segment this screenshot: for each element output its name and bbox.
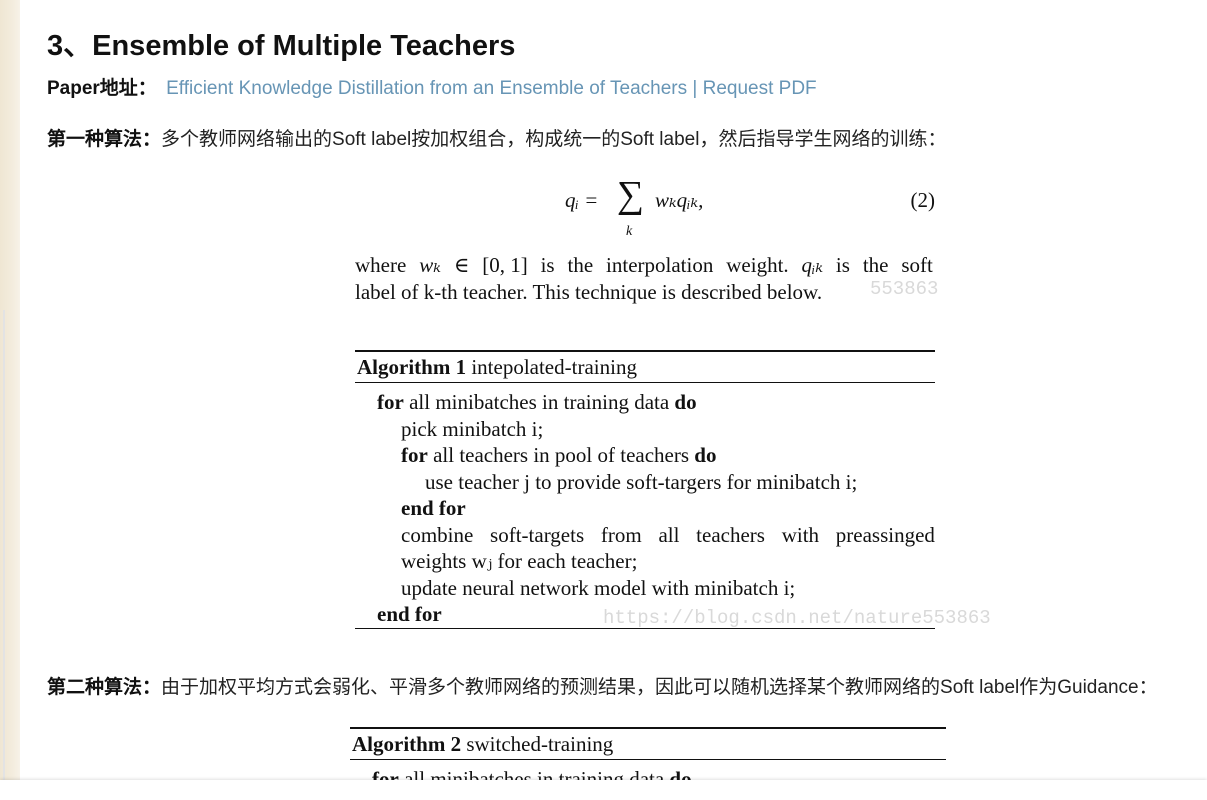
algorithm-1-title: Algorithm 1 intepolated-training [355,352,935,383]
where-word: qᵢₖ [801,253,824,277]
sum-symbol: ∑ [617,174,645,216]
watermark-text: 553863 [870,278,939,300]
paper-link[interactable]: Efficient Knowledge Distillation from an… [166,78,817,99]
where-line-2: label of k-th teacher. This technique is… [355,280,823,304]
article-content: 3、Ensemble of Multiple Teachers Paper地址：… [47,0,1207,800]
paragraph-label: 第一种算法： [47,129,162,150]
where-word: soft [901,253,933,277]
bottom-toolbar-edge [0,780,1207,800]
where-word: where [355,253,407,277]
algorithm-line: end for [401,496,466,520]
paragraph-text: 由于加权平均方式会弱化、平滑多个教师网络的预测结果，因此可以随机选择某个教师网络… [161,677,1158,698]
paragraph-algorithm-1: 第一种算法：多个教师网络输出的Soft label按加权组合，构成统一的Soft… [47,124,946,151]
where-word: wₖ [419,253,441,277]
algorithm-line: for all teachers in pool of teachers do [401,443,717,467]
algorithm-line: for all minibatches in training data do [377,390,697,414]
where-word: the [862,253,889,277]
where-word: the [567,253,594,277]
algorithm-2-title: Algorithm 2 switched-training [350,729,946,760]
paragraph-label: 第二种算法： [47,677,162,698]
where-line-1: where wₖ ∈ [0, 1] is the interpolation weight. q… [355,252,933,279]
where-word: is [835,253,850,277]
where-word: ∈ [453,253,470,277]
left-sidebar-strip [0,0,20,800]
where-word: interpolation [606,253,714,277]
paragraph-algorithm-2: 第二种算法：由于加权平均方式会弱化、平滑多个教师网络的预测结果，因此可以随机选择… [47,672,1158,699]
section-heading: 3、Ensemble of Multiple Teachers [47,30,516,62]
paper-label: Paper地址： [47,78,157,99]
where-word: weight. [726,253,789,277]
algorithm-line: weights wⱼ for each teacher; [401,549,638,573]
paragraph-text: 多个教师网络输出的Soft label按加权组合，构成统一的Soft label… [161,129,947,150]
algorithm-line: update neural network model with minibat… [401,575,796,600]
algorithm-2-box: Algorithm 2 switched-training for all mi… [350,727,946,787]
equation-rhs: wₖqᵢₖ, [655,188,704,212]
algorithm-line: combine soft-targets from all teachers with pr… [401,522,935,547]
where-word: [0, 1] [482,253,528,277]
watermark-url: https://blog.csdn.net/nature553863 [603,607,991,629]
algorithm-1-body: for all minibatches in training data do p… [355,383,935,628]
algorithm-line: pick minibatch i; [401,416,544,441]
algorithm-line: use teacher j to provide soft-targers fo… [425,469,858,494]
paper-excerpt-figure-1: qᵢ = ∑ k wₖqᵢₖ, (2) where wₖ ∈ [0, 1] is the i… [355,176,991,640]
scroll-track[interactable] [3,310,5,780]
equation-lhs: qᵢ = [565,188,599,212]
paper-excerpt-figure-2: Algorithm 2 switched-training for all mi… [350,727,946,787]
sum-index: k [626,224,633,239]
where-paragraph: where wₖ ∈ [0, 1] is the interpolation weight. q… [355,252,933,306]
algorithm-1-box: Algorithm 1 intepolated-training for all… [355,350,935,629]
paper-info: Paper地址： Efficient Knowledge Distillatio… [47,73,817,100]
equation-2: qᵢ = ∑ k wₖqᵢₖ, (2) [565,176,936,240]
equation-number: (2) [910,188,936,212]
where-word: is [540,253,555,277]
